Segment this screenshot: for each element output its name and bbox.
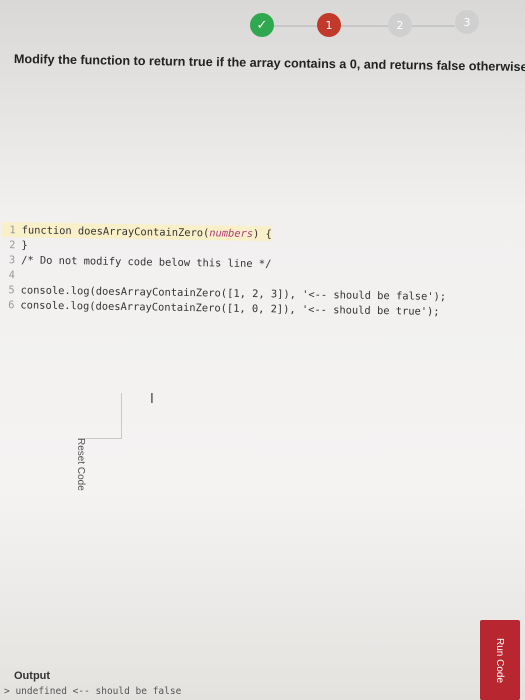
step-complete-check-icon[interactable]: ✓ — [250, 13, 274, 37]
line-number: 5 — [8, 283, 15, 296]
line-number: 3 — [8, 253, 16, 266]
stepper-connector — [274, 25, 317, 27]
code-line[interactable]: 2 } — [1, 237, 28, 252]
line-number: 4 — [8, 268, 16, 281]
code-text: } — [21, 238, 28, 251]
text-cursor-icon: Ι — [150, 392, 154, 407]
code-line[interactable]: 3 /* Do not modify code below this line … — [1, 252, 272, 271]
param-name: numbers — [209, 226, 254, 240]
reset-code-button[interactable]: Reset Code — [72, 438, 86, 491]
code-text: /* Do not modify code below this line */ — [21, 253, 272, 270]
output-heading: Output — [14, 670, 51, 682]
code-text: function doesArrayContainZero( — [21, 223, 210, 239]
run-code-label: Run Code — [494, 637, 506, 683]
step-1[interactable]: 1 — [317, 13, 341, 37]
reset-button-frame — [78, 393, 122, 439]
line-number: 2 — [9, 238, 16, 251]
stepper-connector — [412, 25, 455, 27]
code-line[interactable]: 1 function doesArrayContainZero(numbers)… — [1, 222, 272, 242]
code-text: ) { — [252, 227, 272, 240]
exercise-prompt: Modify the function to return true if th… — [13, 52, 525, 75]
progress-stepper: ✓ 1 2 3 — [250, 8, 510, 42]
output-console: > undefined <-- should be false — [4, 686, 182, 697]
line-number: 1 — [9, 223, 16, 236]
step-3[interactable]: 3 — [455, 10, 479, 34]
run-code-button[interactable]: Run Code — [480, 620, 520, 700]
step-2[interactable]: 2 — [388, 13, 412, 37]
stepper-connector — [341, 25, 388, 27]
code-line[interactable]: 4 — [1, 267, 21, 282]
line-number: 6 — [8, 298, 15, 311]
exercise-page: ✓ 1 2 3 Modify the function to return tr… — [0, 0, 525, 700]
